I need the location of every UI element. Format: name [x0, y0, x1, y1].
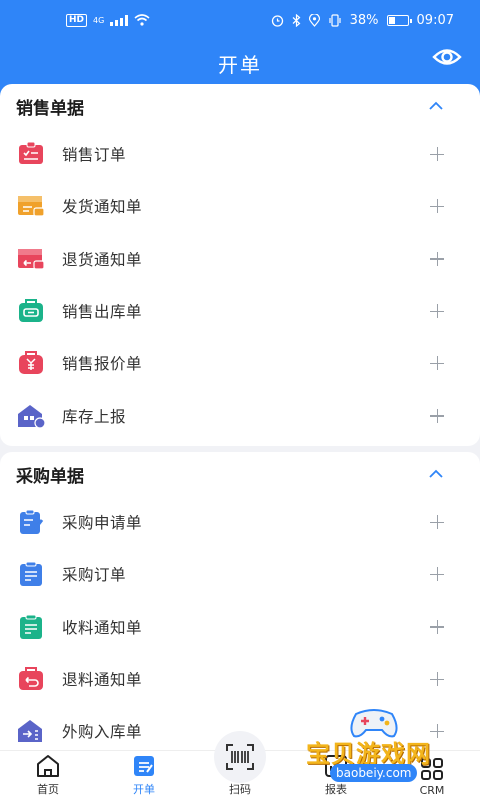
list-item-label: 销售出库单 — [62, 303, 143, 322]
wifi-icon — [134, 14, 150, 26]
plus-icon[interactable] — [430, 672, 444, 687]
list-item-label: 采购订单 — [62, 566, 127, 585]
battery-icon — [386, 14, 412, 26]
scan-button[interactable] — [214, 731, 266, 783]
list-item-label: 销售订单 — [62, 146, 127, 165]
sales-outbound-icon — [19, 299, 43, 323]
bluetooth-icon — [292, 13, 301, 27]
material-return-icon — [19, 667, 43, 691]
section-title: 销售单据 — [16, 98, 84, 119]
bottom-nav: 首页 开单 扫码 报表 CRM — [0, 731, 480, 800]
nav-label: 扫码 — [229, 783, 251, 796]
eye-icon[interactable] — [432, 42, 462, 72]
section-title: 采购单据 — [16, 466, 84, 487]
list-item-label: 库存上报 — [62, 407, 127, 426]
order-icon — [134, 756, 154, 776]
network-badge: 4G — [93, 15, 105, 25]
list-item-sales-order[interactable]: 销售订单 — [0, 128, 480, 180]
plus-icon[interactable] — [430, 408, 444, 423]
list-item-receipt-notice[interactable]: 收料通知单 — [0, 601, 480, 653]
delivery-notice-icon — [18, 196, 45, 218]
vibrate-icon — [329, 13, 341, 27]
nav-scan[interactable]: 扫码 — [192, 731, 288, 800]
list-item-material-return[interactable]: 退料通知单 — [0, 653, 480, 705]
alarm-icon — [271, 14, 283, 27]
list-item-label: 发货通知单 — [62, 198, 143, 217]
list-item-purchase-request[interactable]: 采购申请单 — [0, 496, 480, 548]
plus-icon[interactable] — [430, 199, 444, 214]
nav-home[interactable]: 首页 — [0, 751, 96, 800]
nav-order[interactable]: 开单 — [96, 751, 192, 800]
list-item-label: 退料通知单 — [62, 671, 143, 690]
plus-icon[interactable] — [430, 304, 444, 319]
plus-icon[interactable] — [430, 724, 444, 739]
list-item-sales-quote[interactable]: 销售报价单 — [0, 337, 480, 389]
home-icon — [37, 755, 59, 777]
purchase-order-icon — [20, 561, 42, 587]
plus-icon[interactable] — [430, 567, 444, 582]
battery-percent: 38% — [349, 12, 379, 28]
receipt-notice-icon — [20, 614, 42, 639]
nav-label: 首页 — [37, 783, 59, 796]
nav-label: CRM — [419, 784, 445, 797]
list-item-label: 采购申请单 — [62, 514, 143, 533]
nav-label: 开单 — [133, 783, 155, 796]
return-notice-icon — [18, 248, 45, 270]
chevron-up-icon[interactable] — [428, 469, 444, 479]
scan-icon — [226, 744, 254, 770]
list-item-label: 退货通知单 — [62, 250, 143, 269]
list-item-stock-report[interactable]: 库存上报 — [0, 389, 480, 441]
purchase-documents-card: 采购单据 采购申请单 采购订单 收料通知单 退料通知单 外购入库单 — [0, 452, 480, 752]
plus-icon[interactable] — [430, 251, 444, 266]
list-item-sales-outbound[interactable]: 销售出库单 — [0, 285, 480, 337]
hd-badge: HD — [66, 13, 88, 27]
report-icon — [325, 755, 347, 777]
status-bar: HD 4G 38% 09:07 — [0, 0, 480, 40]
plus-icon[interactable] — [430, 356, 444, 371]
purchase-inbound-icon — [18, 720, 42, 743]
plus-icon[interactable] — [430, 147, 444, 162]
list-item-delivery-notice[interactable]: 发货通知单 — [0, 180, 480, 232]
crm-icon — [421, 758, 443, 780]
list-item-label: 销售报价单 — [62, 355, 143, 374]
list-item-return-notice[interactable]: 退货通知单 — [0, 233, 480, 285]
plus-icon[interactable] — [430, 515, 444, 530]
page-title: 开单 — [218, 52, 262, 77]
purchase-request-icon — [20, 509, 44, 535]
nav-label: 报表 — [325, 783, 347, 796]
section-header[interactable]: 采购单据 — [0, 452, 480, 496]
section-header[interactable]: 销售单据 — [0, 84, 480, 128]
clock: 09:07 — [416, 12, 454, 28]
list-item-label: 收料通知单 — [62, 618, 143, 637]
sales-quote-icon — [19, 351, 43, 375]
signal-icon — [110, 14, 129, 26]
plus-icon[interactable] — [430, 619, 444, 634]
chevron-up-icon[interactable] — [428, 101, 444, 111]
nav-crm[interactable]: CRM — [384, 751, 480, 800]
list-item-purchase-order[interactable]: 采购订单 — [0, 548, 480, 600]
sales-order-icon — [19, 141, 43, 165]
stock-report-icon — [18, 404, 46, 429]
sales-documents-card: 销售单据 销售订单 发货通知单 退货通知单 销售出库单 销售报价单 库存上报 — [0, 84, 480, 446]
location-icon — [308, 13, 320, 27]
nav-report[interactable]: 报表 — [288, 751, 384, 800]
